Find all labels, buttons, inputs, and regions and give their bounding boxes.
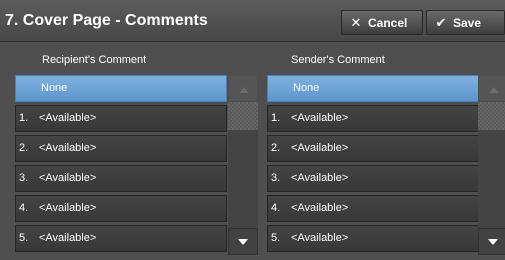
scroll-track[interactable] <box>478 130 505 228</box>
sender-item-5[interactable]: 5. <Available> <box>267 225 479 252</box>
recipient-item-none[interactable]: None <box>15 75 227 102</box>
list-item-number: 1. <box>19 112 29 124</box>
sender-item-none[interactable]: None <box>267 75 479 102</box>
sender-item-1[interactable]: 1. <Available> <box>267 105 479 132</box>
recipient-item-4[interactable]: 4. <Available> <box>15 195 227 222</box>
recipient-item-3[interactable]: 3. <Available> <box>15 165 227 192</box>
list-item-number: 2. <box>19 142 29 154</box>
scroll-up-button <box>228 75 258 102</box>
sender-comment-heading: Sender's Comment <box>291 54 385 66</box>
checkmark-icon: ✔ <box>435 14 447 30</box>
list-item-label: <Available> <box>39 202 97 214</box>
scroll-track[interactable] <box>228 130 258 228</box>
page-title: 7. Cover Page - Comments <box>5 12 208 29</box>
list-item-label: <Available> <box>291 142 349 154</box>
cancel-button[interactable]: ✕ Cancel <box>341 10 423 35</box>
recipient-scrollbar[interactable] <box>228 75 258 255</box>
x-icon: ✕ <box>350 14 362 30</box>
sender-item-2[interactable]: 2. <Available> <box>267 135 479 162</box>
list-item-number: 4. <box>271 202 281 214</box>
list-item-number: 3. <box>271 172 281 184</box>
list-item-number: 5. <box>271 232 281 244</box>
list-item-label: <Available> <box>291 112 349 124</box>
scroll-thumb[interactable] <box>228 102 258 130</box>
arrow-down-icon <box>488 239 498 245</box>
save-button[interactable]: ✔ Save <box>426 10 505 35</box>
list-item-label: <Available> <box>39 172 97 184</box>
list-item-label: <Available> <box>291 232 349 244</box>
list-item-number: 4. <box>19 202 29 214</box>
arrow-up-icon <box>239 87 249 93</box>
cancel-button-label: Cancel <box>368 15 408 30</box>
list-item-label: None <box>41 82 68 94</box>
list-item-label: <Available> <box>291 202 349 214</box>
scroll-down-button[interactable] <box>478 228 505 255</box>
list-item-label: <Available> <box>39 142 97 154</box>
recipient-item-1[interactable]: 1. <Available> <box>15 105 227 132</box>
scroll-down-button[interactable] <box>228 228 258 255</box>
scroll-thumb[interactable] <box>478 102 505 130</box>
recipient-item-2[interactable]: 2. <Available> <box>15 135 227 162</box>
list-item-number: 2. <box>271 142 281 154</box>
scroll-up-button <box>478 75 505 102</box>
sender-item-4[interactable]: 4. <Available> <box>267 195 479 222</box>
list-item-number: 1. <box>271 112 281 124</box>
save-button-label: Save <box>453 15 482 30</box>
list-item-number: 3. <box>19 172 29 184</box>
sender-item-3[interactable]: 3. <Available> <box>267 165 479 192</box>
list-item-label: <Available> <box>39 112 97 124</box>
header-bar: 7. Cover Page - Comments ✕ Cancel ✔ Save <box>0 0 505 42</box>
list-item-label: None <box>293 82 320 94</box>
recipient-item-5[interactable]: 5. <Available> <box>15 225 227 252</box>
sender-scrollbar[interactable] <box>478 75 505 255</box>
recipient-comment-heading: Recipient's Comment <box>42 54 147 66</box>
list-item-number: 5. <box>19 232 29 244</box>
arrow-down-icon <box>238 239 248 245</box>
arrow-up-icon <box>489 87 499 93</box>
list-item-label: <Available> <box>39 232 97 244</box>
list-item-label: <Available> <box>291 172 349 184</box>
